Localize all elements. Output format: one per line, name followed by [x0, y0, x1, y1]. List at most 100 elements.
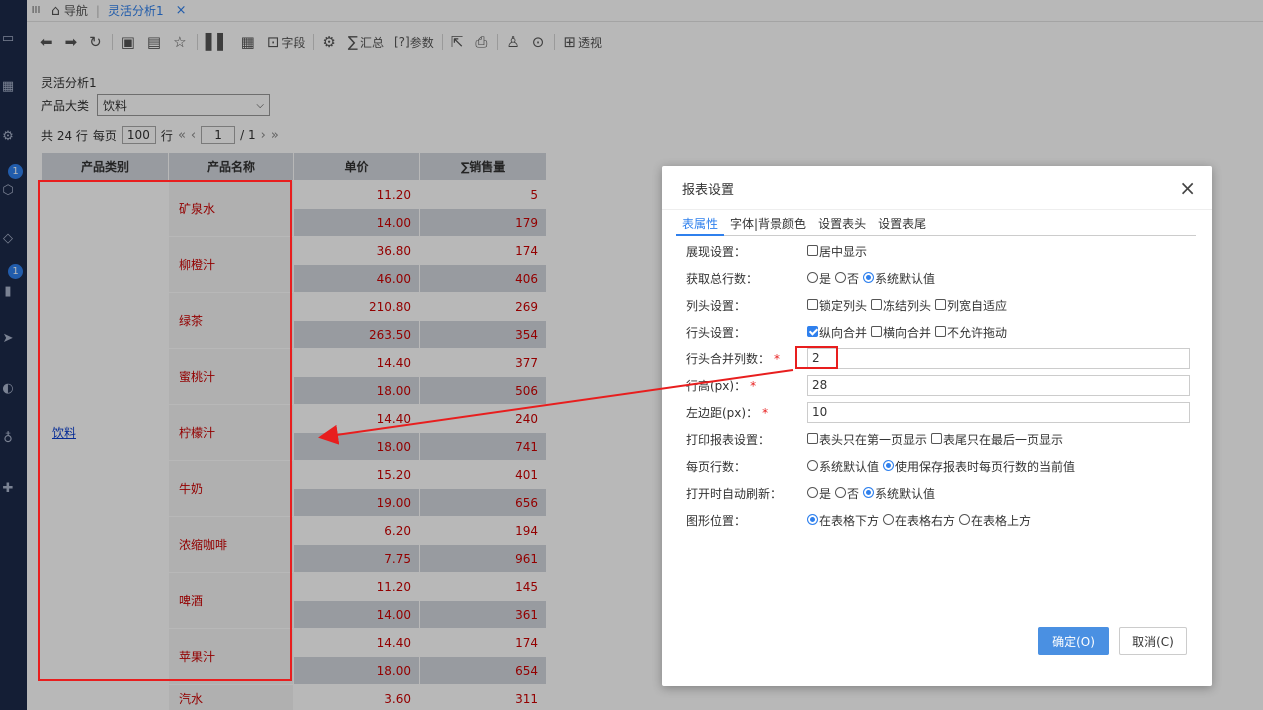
total-no-radio[interactable]	[835, 271, 847, 283]
total-yes-radio[interactable]	[807, 271, 818, 283]
key-icon[interactable]: ♁	[0, 430, 16, 446]
per-page-input[interactable]: 100	[121, 126, 156, 144]
refresh-yes-radio[interactable]	[807, 486, 818, 498]
last-page-icon[interactable]: »	[271, 128, 279, 143]
favorite-button[interactable]: ☆	[168, 30, 193, 54]
next-page-icon[interactable]: ›	[261, 128, 266, 143]
print-tail-checkbox[interactable]	[931, 432, 943, 444]
report-settings-dialog: 报表设置 × 表属性 字体|背景颜色 设置表头 设置表尾 展现设置： 居中显示 …	[662, 166, 1212, 686]
product-name-cell: 牛奶	[168, 460, 294, 517]
horizontal-merge-checkbox[interactable]	[871, 325, 883, 337]
send-icon[interactable]: ➤	[0, 330, 16, 346]
total-default-radio[interactable]	[863, 271, 875, 283]
table-button[interactable]: ▦	[236, 30, 262, 54]
lock-column-checkbox[interactable]	[807, 298, 818, 310]
location-button[interactable]: ⊙	[527, 30, 552, 54]
export-icon: ⇱	[450, 33, 464, 51]
bar-chart-icon[interactable]: ▮	[0, 283, 16, 299]
tools-icon[interactable]: ✚	[0, 480, 16, 496]
summary-button[interactable]: ∑ 汇总	[343, 30, 389, 54]
notification-badge: 1	[8, 164, 23, 179]
price-cell: 15.20	[293, 460, 420, 489]
tab-label: 灵活分析1	[107, 4, 164, 18]
column-header[interactable]: 单价	[293, 152, 420, 181]
rows-label: 行	[160, 128, 173, 143]
palette-icon[interactable]: ◐	[0, 380, 16, 396]
chart-below-radio[interactable]	[807, 513, 818, 525]
forward-button[interactable]: ➡	[60, 30, 85, 54]
page-rows-saved-radio[interactable]	[883, 459, 895, 471]
toolbar-divider	[554, 34, 556, 50]
close-icon[interactable]: ×	[176, 3, 187, 18]
column-header[interactable]: ∑销售量	[419, 152, 547, 181]
first-page-icon[interactable]: «	[178, 128, 186, 143]
auto-width-option: 列宽自适应	[947, 298, 1008, 313]
product-name-cell: 矿泉水	[168, 180, 294, 237]
row-height-input[interactable]: 28	[807, 374, 1190, 396]
tab-analysis[interactable]: 灵活分析1 ×	[102, 0, 193, 22]
parameter-label: 参数	[409, 35, 434, 50]
pivot-button[interactable]: ⊞ 透视	[558, 30, 607, 54]
tab-table-footer[interactable]: 设置表尾	[872, 214, 932, 236]
freeze-column-checkbox[interactable]	[871, 298, 883, 310]
vertical-merge-checkbox[interactable]	[807, 325, 818, 337]
cube-icon[interactable]: ⬡	[0, 182, 16, 198]
save-icon: ▣	[120, 33, 135, 51]
refresh-no-radio[interactable]	[835, 486, 847, 498]
dialog-header: 报表设置 ×	[662, 166, 1212, 210]
chevron-down-icon: ⌵	[256, 99, 265, 111]
prev-page-icon[interactable]: ‹	[191, 128, 196, 143]
chart-button[interactable]: ▌▌	[201, 30, 236, 54]
cancel-button[interactable]: 取消(C)	[1119, 627, 1187, 655]
ok-button[interactable]: 确定(O)	[1038, 627, 1109, 655]
tab-font-background[interactable]: 字体|背景颜色	[724, 214, 812, 236]
merge-cols-input[interactable]: 2	[807, 347, 1190, 369]
tab-table-header[interactable]: 设置表头	[812, 214, 872, 236]
chart-above-radio[interactable]	[959, 513, 971, 525]
auto-width-checkbox[interactable]	[935, 298, 947, 310]
tab-navigation[interactable]: ⌂ 导航	[45, 0, 94, 22]
chart-right-radio[interactable]	[883, 513, 895, 525]
settings-button[interactable]: ⚙	[317, 30, 342, 54]
tab-table-properties[interactable]: 表属性	[676, 214, 725, 236]
back-button[interactable]: ⬅	[35, 30, 60, 54]
column-header[interactable]: 产品类别	[41, 152, 169, 181]
row-header-label: 行头设置：	[686, 325, 747, 340]
column-header[interactable]: 产品名称	[168, 152, 294, 181]
gear-icon[interactable]: ⚙	[0, 128, 16, 144]
page-input[interactable]: 1	[201, 126, 236, 144]
export-button[interactable]: ⇱	[446, 30, 471, 54]
left-margin-input[interactable]: 10	[807, 401, 1190, 423]
product-name-cell: 绿茶	[168, 292, 294, 349]
category-select[interactable]: 饮料 ⌵	[97, 94, 271, 116]
price-cell: 11.20	[293, 180, 420, 209]
page-rows-saved-option: 使用保存报表时每页行数的当前值	[895, 459, 1076, 474]
pivot-icon: ⊞	[563, 33, 576, 51]
grid-icon[interactable]: ▦	[0, 78, 16, 94]
sales-cell: 741	[419, 432, 547, 461]
monitor-icon[interactable]: ▭	[0, 30, 16, 46]
print-button[interactable]: ⎙	[470, 30, 494, 54]
toolbar-divider	[111, 34, 113, 50]
user-settings-button[interactable]: ♙	[501, 30, 526, 54]
menu-icon[interactable]: III	[27, 5, 45, 16]
price-cell: 7.75	[293, 544, 420, 573]
no-drag-checkbox[interactable]	[935, 325, 947, 337]
filter-row: 产品大类 饮料 ⌵	[41, 94, 271, 116]
refresh-button[interactable]: ↻	[84, 30, 109, 54]
save-button[interactable]: ▣	[116, 30, 142, 54]
save-as-button[interactable]: ▤	[142, 30, 168, 54]
print-head-checkbox[interactable]	[807, 432, 818, 444]
print-setting-label: 打印报表设置：	[686, 432, 771, 447]
layers-icon[interactable]: ◇	[0, 230, 16, 246]
sales-cell: 961	[419, 544, 547, 573]
table-icon: ▦	[240, 33, 255, 51]
center-checkbox[interactable]	[807, 244, 818, 256]
refresh-default-radio[interactable]	[863, 486, 875, 498]
category-cell[interactable]: 饮料	[41, 180, 169, 685]
field-button[interactable]: ⊡ 字段	[262, 30, 311, 54]
close-icon[interactable]: ×	[1179, 176, 1196, 200]
notification-badge: 1	[8, 264, 23, 279]
page-rows-default-radio[interactable]	[807, 459, 818, 471]
parameter-button[interactable]: [?] 参数	[389, 30, 439, 54]
